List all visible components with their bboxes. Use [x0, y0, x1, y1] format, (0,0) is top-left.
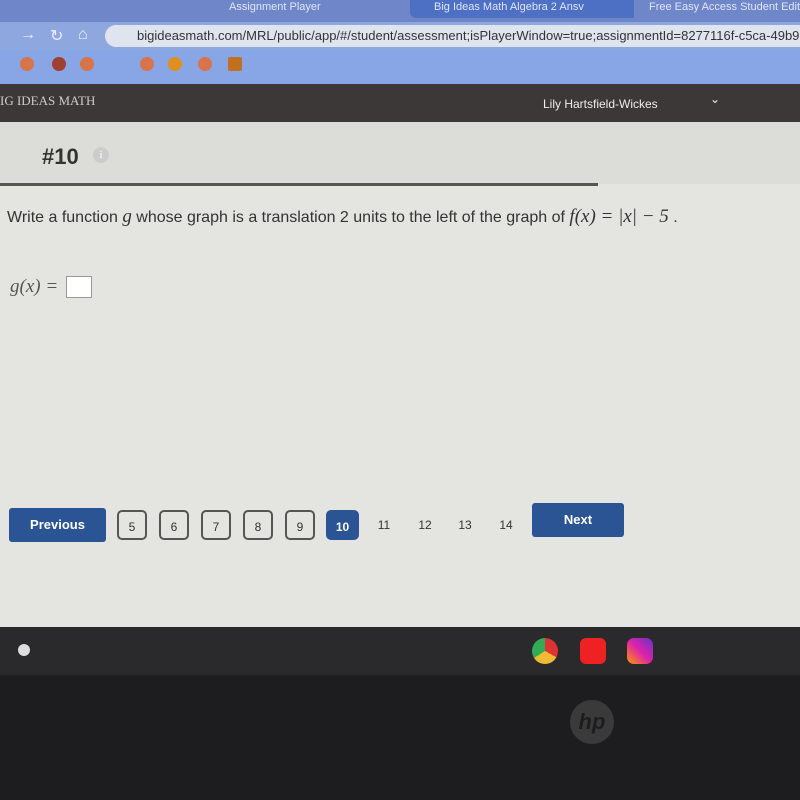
brand-logo: IG IDEAS MATH	[0, 93, 96, 108]
previous-button[interactable]: Previous	[9, 508, 106, 542]
bookmark-icon[interactable]	[168, 57, 182, 71]
math-var: g	[122, 206, 132, 227]
bookmark-icon[interactable]	[140, 57, 154, 71]
info-icon[interactable]: i	[93, 147, 109, 163]
tab-assignment-player[interactable]: Assignment Player	[205, 0, 409, 18]
launcher-icon[interactable]	[18, 644, 30, 656]
answer-input[interactable]	[66, 276, 93, 299]
bookmark-icon[interactable]	[228, 57, 242, 71]
browser-tab-strip: Assignment Player Big Ideas Math Algebra…	[0, 0, 800, 22]
question-number: #10	[42, 144, 79, 169]
reload-icon[interactable]: ↻	[50, 26, 63, 46]
question-header: #10 i	[0, 122, 800, 184]
page-12[interactable]: 12	[410, 510, 440, 540]
question-text-part: Write a function	[7, 209, 123, 226]
bookmark-icon[interactable]	[52, 57, 66, 71]
progress-bar	[0, 183, 598, 186]
page-8[interactable]: 8	[243, 510, 273, 540]
url-input[interactable]: bigideasmath.com/MRL/public/app/#/studen…	[105, 25, 800, 47]
page-11[interactable]: 11	[369, 510, 399, 540]
question-text-part: .	[668, 209, 678, 226]
youtube-icon[interactable]	[580, 638, 606, 664]
question-text-part: whose graph is a translation 2 units to …	[131, 209, 570, 226]
bookmarks-bar	[0, 50, 800, 84]
forward-icon[interactable]: →	[20, 26, 36, 44]
math-function: f(x) = |x| − 5	[569, 206, 669, 227]
page-13[interactable]: 13	[450, 510, 480, 540]
page-14[interactable]: 14	[491, 510, 521, 540]
os-shelf	[0, 627, 800, 675]
user-name[interactable]: Lily Hartsfield-Wickes	[543, 97, 658, 111]
page-10-current[interactable]: 10	[326, 510, 359, 540]
instagram-icon[interactable]	[627, 638, 653, 664]
chevron-down-icon[interactable]: ⌄	[710, 92, 720, 106]
page-5[interactable]: 5	[117, 510, 147, 540]
question-text: Write a function g whose graph is a tran…	[7, 206, 678, 228]
answer-label: g(x) =	[10, 276, 59, 297]
home-icon[interactable]: ⌂	[78, 26, 88, 44]
page-7[interactable]: 7	[201, 510, 231, 540]
page-9[interactable]: 9	[285, 510, 315, 540]
bookmark-icon[interactable]	[198, 57, 212, 71]
app-header: IG IDEAS MATH Lily Hartsfield-Wickes ⌄	[0, 84, 800, 122]
bookmark-icon[interactable]	[80, 57, 94, 71]
hp-logo: hp	[570, 700, 614, 744]
chrome-icon[interactable]	[532, 638, 558, 664]
tab-free-easy-access[interactable]: Free Easy Access Student Edit	[625, 0, 800, 18]
assessment-page: #10 i Write a function g whose graph is …	[0, 122, 800, 627]
answer-row: g(x) =	[10, 275, 93, 299]
next-button[interactable]: Next	[532, 503, 624, 537]
tab-big-ideas-answers[interactable]: Big Ideas Math Algebra 2 Ansv	[410, 0, 634, 18]
bookmark-icon[interactable]	[20, 57, 34, 71]
page-6[interactable]: 6	[159, 510, 189, 540]
